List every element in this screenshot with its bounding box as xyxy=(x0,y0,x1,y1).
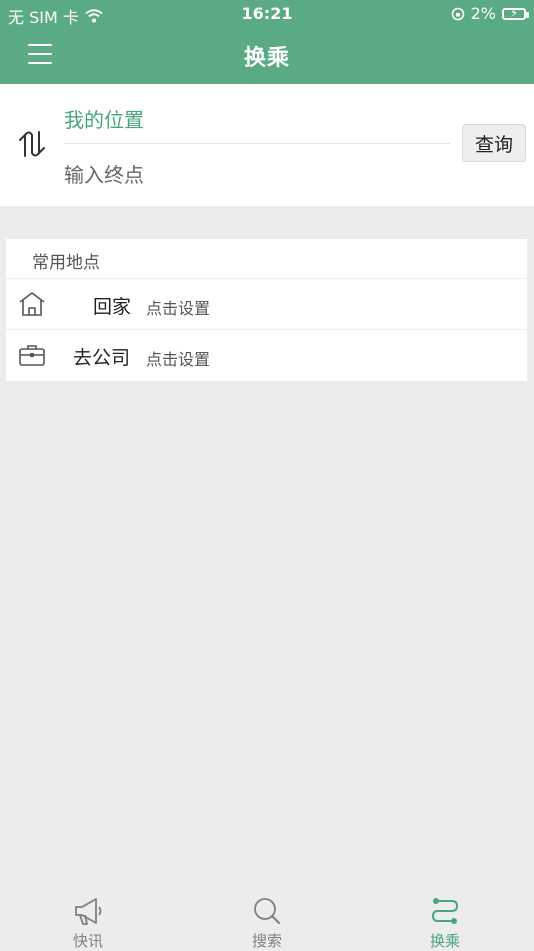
tab-transfer[interactable]: 换乘 xyxy=(415,894,475,951)
briefcase-icon xyxy=(19,345,45,366)
section-heading: 常用地点 xyxy=(32,253,100,273)
battery-icon: ⚡ xyxy=(502,7,529,20)
megaphone-icon xyxy=(75,898,102,925)
query-button[interactable]: 查询 xyxy=(462,124,526,162)
origin-field[interactable]: 我的位置 xyxy=(64,104,144,133)
tab-label: 快讯 xyxy=(72,932,103,950)
orientation-lock-icon xyxy=(451,7,464,20)
home-icon xyxy=(19,292,45,316)
battery-percent: 2% xyxy=(470,4,496,23)
place-home[interactable]: 回家 点击设置 xyxy=(6,278,527,330)
place-hint: 点击设置 xyxy=(146,350,211,369)
place-hint: 点击设置 xyxy=(146,299,211,318)
tab-bar: 快讯 搜索 换乘 xyxy=(0,890,534,950)
route-icon xyxy=(431,898,459,924)
swap-icon[interactable] xyxy=(16,128,48,160)
divider xyxy=(64,143,450,144)
place-work[interactable]: 去公司 点击设置 xyxy=(6,329,527,381)
search-icon xyxy=(254,898,280,924)
top-bar: 无 SIM 卡 16:21 2% ⚡ 换乘 xyxy=(0,0,534,84)
status-right: 2% ⚡ xyxy=(451,4,529,23)
tab-search[interactable]: 搜索 xyxy=(237,894,297,951)
route-panel: 我的位置 输入终点 查询 xyxy=(0,84,534,206)
destination-input[interactable]: 输入终点 xyxy=(64,159,144,188)
nav-header: 换乘 xyxy=(0,28,534,84)
place-name: 回家 xyxy=(93,296,132,318)
status-bar: 无 SIM 卡 16:21 2% ⚡ xyxy=(0,0,534,28)
tab-label: 换乘 xyxy=(429,932,460,950)
tab-label: 搜索 xyxy=(251,932,282,950)
place-name: 去公司 xyxy=(73,347,131,369)
tab-news[interactable]: 快讯 xyxy=(58,894,118,951)
common-places: 常用地点 回家 点击设置 去公司 点击设置 xyxy=(6,239,527,381)
page-title: 换乘 xyxy=(243,46,290,71)
